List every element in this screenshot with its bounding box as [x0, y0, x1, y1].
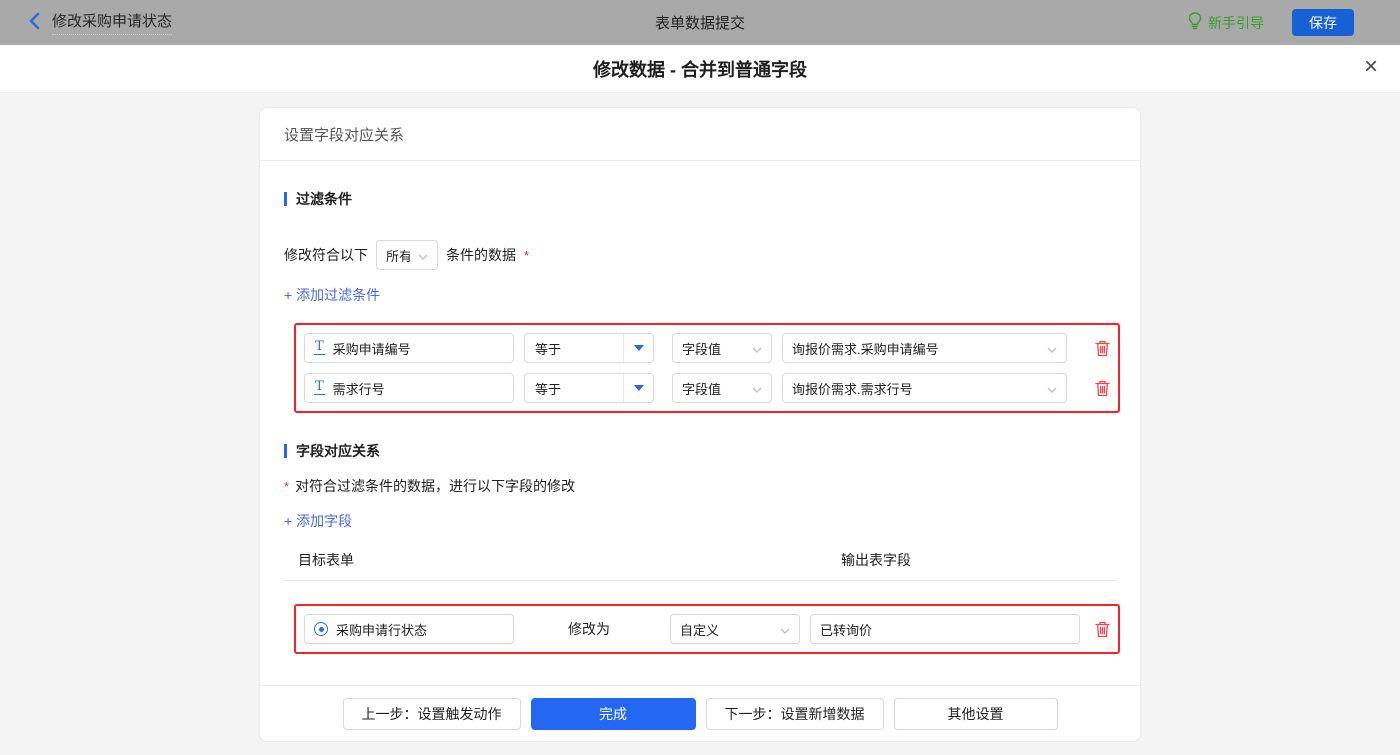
mapping-panel: 设置字段对应关系 过滤条件 修改符合以下 所有 条件的数据 * + 添加过滤条件 [259, 107, 1141, 742]
chevron-down-icon [752, 381, 762, 396]
delete-condition-button[interactable] [1095, 340, 1110, 357]
chevron-down-icon [1047, 381, 1057, 396]
compare-value-select[interactable]: 询报价需求.采购申请编号 [782, 333, 1067, 363]
dialog-titlebar: 修改数据 - 合并到普通字段 × [0, 45, 1400, 93]
next-step-button[interactable]: 下一步：设置新增数据 [705, 697, 884, 730]
filter-scope-row: 修改符合以下 所有 条件的数据 * [284, 240, 1116, 270]
close-icon[interactable]: × [1364, 55, 1378, 79]
delete-mapping-button[interactable] [1095, 621, 1110, 638]
add-field-link[interactable]: + 添加字段 [284, 511, 352, 531]
scope-select-value: 所有 [386, 248, 410, 264]
mapping-description-row: * 对符合过滤条件的数据，进行以下字段的修改 [284, 476, 1116, 496]
field-mapping-group: 采购申请行状态 修改为 自定义 已转询价 [294, 604, 1120, 654]
required-mark: * [284, 478, 290, 494]
trash-icon [1095, 340, 1110, 356]
compare-value-select[interactable]: 询报价需求.需求行号 [782, 373, 1067, 403]
required-mark: * [524, 247, 530, 263]
trash-icon [1095, 621, 1110, 637]
scope-select[interactable]: 所有 [376, 240, 438, 270]
value-type-value: 字段值 [682, 341, 722, 357]
divider [284, 580, 1116, 581]
filter-condition-row: T 采购申请编号 等于 字段值 询报价需求.采购申请编号 [304, 333, 1110, 363]
operator-select[interactable]: 等于 [524, 373, 654, 403]
panel-footer: 上一步：设置触发动作 完成 下一步：设置新增数据 其他设置 [260, 685, 1140, 741]
condition-field-select[interactable]: T 采购申请编号 [304, 333, 514, 363]
field-mapping-row: 采购申请行状态 修改为 自定义 已转询价 [304, 614, 1110, 644]
chevron-down-icon [752, 341, 762, 356]
output-field-header: 输出表字段 [841, 552, 911, 568]
condition-field-label: 需求行号 [332, 381, 385, 397]
flow-title[interactable]: 修改采购申请状态 [52, 10, 173, 35]
value-type-value: 字段值 [682, 381, 722, 397]
mode-select[interactable]: 自定义 [670, 614, 800, 644]
mapping-section-title: 字段对应关系 [284, 441, 1116, 461]
chevron-down-icon [780, 622, 790, 637]
operator-select[interactable]: 等于 [524, 333, 654, 363]
text-field-icon: T [314, 339, 325, 355]
mapping-section-label: 字段对应关系 [296, 443, 380, 459]
done-button[interactable]: 完成 [530, 697, 696, 730]
filter-condition-row: T 需求行号 等于 字段值 询报价需求.需求行号 [304, 373, 1110, 403]
mode-value: 自定义 [680, 622, 720, 638]
dialog-body: 设置字段对应关系 过滤条件 修改符合以下 所有 条件的数据 * + 添加过滤条件 [0, 93, 1400, 755]
prev-step-button[interactable]: 上一步：设置触发动作 [342, 697, 521, 730]
filter-section-label: 过滤条件 [296, 191, 352, 207]
target-form-header: 目标表单 [298, 552, 354, 568]
radio-field-icon [314, 622, 328, 636]
target-field-label: 采购申请行状态 [336, 622, 428, 638]
topbar: 修改采购申请状态 表单数据提交 新手引导 保存 [0, 0, 1400, 45]
section-bar-icon [284, 444, 287, 458]
text-field-icon: T [314, 379, 325, 395]
mapping-column-headers: 目标表单 输出表字段 [284, 550, 1116, 570]
value-type-select[interactable]: 字段值 [672, 333, 772, 363]
value-type-select[interactable]: 字段值 [672, 373, 772, 403]
section-bar-icon [284, 192, 287, 206]
other-settings-button[interactable]: 其他设置 [893, 697, 1058, 730]
custom-value-input[interactable]: 已转询价 [810, 614, 1080, 644]
panel-body: 过滤条件 修改符合以下 所有 条件的数据 * + 添加过滤条件 T 采购申请编号… [260, 161, 1140, 685]
filter-section-title: 过滤条件 [284, 189, 1116, 209]
operator-value: 等于 [535, 341, 562, 357]
panel-header: 设置字段对应关系 [260, 108, 1140, 161]
dialog-title: 修改数据 - 合并到普通字段 [593, 59, 807, 80]
delete-condition-button[interactable] [1095, 380, 1110, 397]
scope-suffix-label: 条件的数据 [446, 247, 516, 263]
caret-down-icon [623, 334, 653, 362]
custom-value: 已转询价 [820, 622, 873, 638]
beginner-guide-label: 新手引导 [1208, 14, 1264, 31]
scope-prefix-label: 修改符合以下 [284, 247, 368, 263]
target-field-select[interactable]: 采购申请行状态 [304, 614, 514, 644]
back-button[interactable] [28, 12, 40, 33]
add-filter-link[interactable]: + 添加过滤条件 [284, 285, 380, 305]
filter-conditions-group: T 采购申请编号 等于 字段值 询报价需求.采购申请编号 T 需求行号 等于 字… [294, 323, 1120, 413]
condition-field-select[interactable]: T 需求行号 [304, 373, 514, 403]
operator-value: 等于 [535, 381, 562, 397]
caret-down-icon [623, 374, 653, 402]
action-label: 修改为 [568, 621, 610, 637]
chevron-left-icon [28, 12, 40, 33]
compare-value: 询报价需求.采购申请编号 [792, 341, 939, 357]
save-button[interactable]: 保存 [1292, 9, 1354, 36]
compare-value: 询报价需求.需求行号 [792, 381, 913, 397]
chevron-down-icon [418, 248, 428, 263]
beginner-guide-link[interactable]: 新手引导 [1188, 12, 1264, 33]
lightbulb-icon [1188, 12, 1202, 33]
mapping-description: 对符合过滤条件的数据，进行以下字段的修改 [295, 478, 576, 494]
trash-icon [1095, 380, 1110, 396]
chevron-down-icon [1047, 341, 1057, 356]
condition-field-label: 采购申请编号 [332, 341, 411, 357]
